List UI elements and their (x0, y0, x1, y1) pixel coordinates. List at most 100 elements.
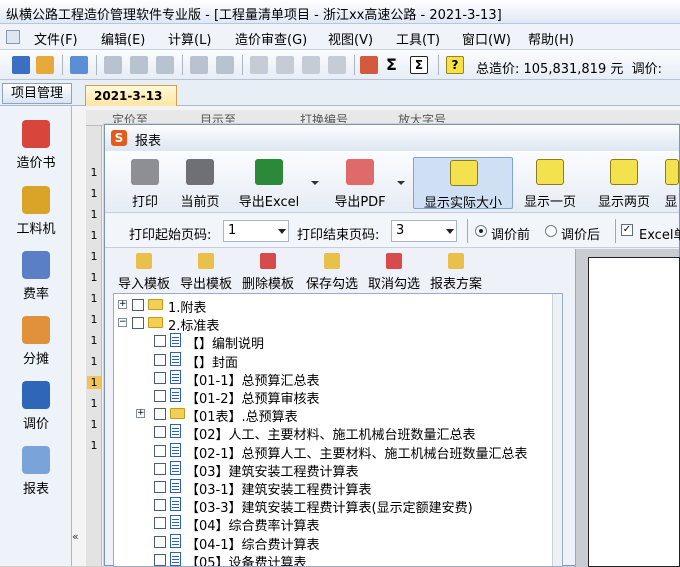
tree-item[interactable]: 【】编制说明 (114, 332, 554, 352)
report-icon (22, 446, 50, 474)
export-excel-dropdown-icon[interactable] (311, 181, 319, 185)
report-scheme-button[interactable]: 报表方案 (427, 251, 485, 292)
paste-icon[interactable] (156, 56, 174, 74)
cancel-selection-button[interactable]: 取消勾选 (365, 251, 423, 292)
pdf-icon (346, 159, 374, 185)
tab-date[interactable]: 2021-3-13 (85, 85, 177, 107)
one-page-button[interactable]: 显示一页 (517, 157, 583, 210)
row-number: 1 (90, 271, 98, 284)
tree-item[interactable]: 【】封面 (114, 351, 554, 371)
tree-checkbox[interactable] (132, 299, 144, 311)
project-management-button[interactable]: 项目管理 (2, 83, 72, 104)
tree-item[interactable]: 【02】人工、主要材料、施工机械台班数量汇总表 (114, 423, 554, 443)
more-display-button[interactable]: 显 (663, 157, 679, 210)
expand-icon[interactable]: + (118, 300, 127, 309)
tree-item[interactable]: + 【01表】.总预算表 (114, 405, 554, 425)
print-button[interactable]: 打印 (125, 157, 165, 210)
menu-view[interactable]: 视图(V) (328, 29, 373, 48)
tree-item[interactable]: 【01-2】总预算审核表 (114, 387, 554, 407)
app-menu-icon[interactable] (6, 30, 20, 44)
actual-size-button[interactable]: 显示实际大小 (413, 157, 513, 211)
nav-item-allocation[interactable]: 分摊 (0, 310, 72, 372)
excel-checkbox[interactable]: ✓ (621, 224, 633, 236)
tree-item[interactable]: − 2.标准表 (114, 314, 554, 334)
tree-item[interactable]: 【01-1】总预算汇总表 (114, 369, 554, 389)
radio-after-adjust[interactable] (545, 225, 557, 237)
tree-item[interactable]: 【03-3】建筑安装工程费计算表(显示定额建安费) (114, 496, 554, 516)
tree-checkbox[interactable] (154, 408, 166, 421)
tree-checkbox[interactable] (154, 499, 166, 512)
nav-item-price-adjust[interactable]: 调价 (0, 375, 72, 437)
tree-item[interactable]: 【03】建筑安装工程费计算表 (114, 460, 554, 480)
tree-checkbox[interactable] (154, 371, 166, 384)
sum-icon[interactable]: Σ (386, 55, 397, 74)
print-current-page-button[interactable]: 当前页 (173, 157, 227, 210)
menu-tools[interactable]: 工具(T) (396, 29, 440, 48)
save-selection-icon (324, 253, 340, 269)
chevron-down-icon (278, 229, 286, 234)
tree-checkbox[interactable] (154, 353, 166, 366)
one-page-icon (536, 159, 564, 185)
print-start-combo[interactable]: 1 (223, 220, 289, 242)
menu-calculate[interactable]: 计算(L) (168, 29, 211, 48)
tree-item[interactable]: 【03-1】建筑安装工程费计算表 (114, 478, 554, 498)
arrow-down-icon[interactable] (328, 56, 346, 74)
save-selection-button[interactable]: 保存勾选 (303, 251, 361, 292)
help-icon[interactable]: ? (446, 56, 464, 74)
tree-checkbox[interactable] (132, 317, 144, 330)
tree-checkbox[interactable] (154, 444, 166, 457)
menu-cost-review[interactable]: 造价审查(G) (235, 29, 307, 48)
arrow-left-icon[interactable] (250, 56, 268, 74)
open-icon[interactable] (36, 56, 54, 74)
two-pages-button[interactable]: 显示两页 (591, 157, 657, 210)
tree-checkbox[interactable] (154, 426, 166, 439)
page-range-row: 打印起始页码: 1 打印结束页码: 3 调价前 调价后 ✓ Excel单 (105, 214, 680, 248)
tree-checkbox[interactable] (154, 481, 166, 493)
tree-checkbox[interactable] (154, 553, 166, 566)
nav-item-report[interactable]: 报表 (0, 440, 72, 502)
tree-checkbox[interactable] (154, 462, 166, 475)
nav-item-materials[interactable]: 工料机 (0, 180, 72, 242)
nav-item-rate[interactable]: 费率 (0, 245, 72, 307)
tree-checkbox[interactable] (154, 390, 166, 402)
sum-box-icon[interactable]: Σ (410, 56, 428, 74)
delete-row-icon[interactable] (216, 56, 234, 74)
radio-before-adjust[interactable] (475, 225, 487, 237)
collapse-icon[interactable]: − (118, 318, 127, 328)
menu-window[interactable]: 窗口(W) (462, 29, 511, 48)
arrow-up-icon[interactable] (302, 56, 320, 74)
tree-item[interactable]: +1.附表 (114, 296, 554, 316)
menu-help[interactable]: 帮助(H) (528, 29, 574, 48)
menu-edit[interactable]: 编辑(E) (101, 29, 145, 48)
nav-item-cost-book[interactable]: 造价书 (0, 114, 72, 176)
delete-template-button[interactable]: 删除模板 (239, 251, 297, 292)
tree-checkbox[interactable] (154, 535, 166, 548)
tree-item[interactable]: 【02-1】总预算人工、主要材料、施工机械台班数量汇总表 (114, 442, 554, 462)
print-preview-icon[interactable] (70, 56, 88, 74)
tree-item[interactable]: 【05】设备费计算表 (114, 551, 554, 566)
tree-checkbox[interactable] (154, 517, 166, 530)
tree-checkbox[interactable] (154, 335, 166, 348)
window-title: 纵横公路工程造价管理软件专业版 - [工程量清单项目 - 浙江xx高速公路 - … (6, 8, 502, 23)
tree-scrollbar[interactable] (552, 294, 562, 566)
menu-file[interactable]: 文件(F) (34, 29, 78, 48)
arrow-right-icon[interactable] (276, 56, 294, 74)
export-template-button[interactable]: 导出模板 (177, 251, 235, 292)
export-excel-button[interactable]: 导出Excel (233, 157, 305, 210)
export-pdf-button[interactable]: 导出PDF (327, 157, 393, 210)
save-icon[interactable] (12, 56, 30, 74)
cut-icon[interactable] (130, 56, 148, 74)
collapse-arrows-icon[interactable]: « (72, 530, 79, 543)
expand-icon[interactable]: + (136, 409, 145, 419)
print-end-combo[interactable]: 3 (391, 220, 457, 242)
document-icon (170, 351, 181, 366)
total-cost-label: 总造价: 105,831,819 元 调价: (476, 62, 663, 77)
tree-item[interactable]: 【04-1】综合费计算表 (114, 533, 554, 553)
export-pdf-dropdown-icon[interactable] (397, 181, 405, 185)
filter-icon[interactable] (360, 56, 378, 74)
copy-icon[interactable] (104, 56, 122, 74)
tree-item[interactable]: 【04】综合费率计算表 (114, 514, 554, 534)
import-template-button[interactable]: 导入模板 (115, 251, 173, 292)
insert-row-icon[interactable] (190, 56, 208, 74)
print-end-label: 打印结束页码: (297, 228, 380, 243)
